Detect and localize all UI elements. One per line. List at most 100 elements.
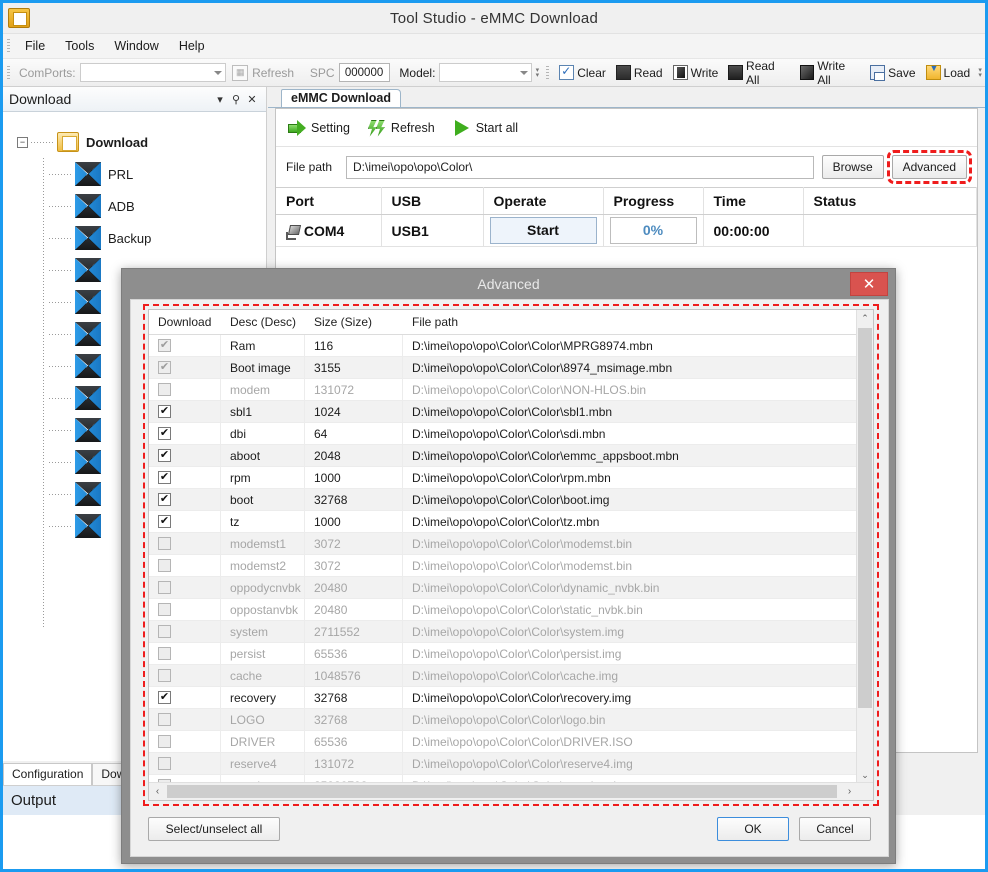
cancel-button[interactable]: Cancel — [799, 817, 871, 841]
pin-icon[interactable]: ⚲ — [228, 91, 244, 107]
vertical-scrollbar[interactable]: ⌃ ⌄ — [856, 310, 873, 784]
toolbar-overflow-1[interactable]: ▾ ▾ — [532, 67, 542, 79]
checkbox-unchecked[interactable] — [158, 559, 171, 572]
table-row[interactable]: ✔ recovery 32768 D:\imei\opo\opo\Color\Colo… — [149, 687, 873, 709]
table-row[interactable]: DRIVER 65536 D:\imei\opo\opo\Color\Color\D… — [149, 731, 873, 753]
toolbar-grip-2[interactable] — [546, 65, 550, 80]
table-row[interactable]: ✔ dbi 64 D:\imei\opo\opo\Color\Color\sdi.mb… — [149, 423, 873, 445]
comports-combobox[interactable] — [79, 63, 227, 82]
save-button[interactable]: Save — [865, 63, 920, 82]
tab-emmc-download[interactable]: eMMC Download — [281, 89, 401, 108]
checkbox-unchecked[interactable] — [158, 735, 171, 748]
horizontal-scrollbar[interactable]: ‹ › — [149, 782, 873, 800]
start-all-button[interactable]: Start all — [453, 119, 518, 136]
table-row[interactable]: ✔ sbl1 1024 D:\imei\opo\opo\Color\Color\sbl… — [149, 401, 873, 423]
advanced-dialog: Advanced ✕ Download Desc (Desc) Size (Si… — [121, 268, 896, 864]
column-header-progress[interactable]: Progress — [603, 187, 704, 215]
chevron-down-icon[interactable]: ▾ — [212, 91, 228, 107]
file-path-input[interactable]: D:\imei\opo\opo\Color\ — [346, 155, 814, 179]
table-row[interactable]: ✔ rpm 1000 D:\imei\opo\opo\Color\Color\rpm.… — [149, 467, 873, 489]
table-row[interactable]: cache 1048576 D:\imei\opo\opo\Color\Color\… — [149, 665, 873, 687]
write-all-button[interactable]: Write All — [795, 57, 865, 89]
table-row[interactable]: reserve4 131072 D:\imei\opo\opo\Color\Colo… — [149, 753, 873, 775]
table-row[interactable]: modemst2 3072 D:\imei\opo\opo\Color\Color\… — [149, 555, 873, 577]
checkbox-checked[interactable]: ✔ — [158, 361, 171, 374]
write-button[interactable]: Write — [668, 63, 724, 82]
table-row[interactable]: modemst1 3072 D:\imei\opo\opo\Color\Color\… — [149, 533, 873, 555]
table-row[interactable]: COM4 USB1 Start 0% 00:00:00 — [276, 214, 977, 247]
menu-grip[interactable] — [7, 39, 10, 53]
table-row[interactable]: ✔ aboot 2048 D:\imei\opo\opo\Color\Color\em… — [149, 445, 873, 467]
table-row[interactable]: ✔ Boot image 3155 D:\imei\opo\opo\Color\Col… — [149, 357, 873, 379]
checkbox-checked[interactable]: ✔ — [158, 339, 171, 352]
read-all-button[interactable]: Read All — [723, 57, 794, 89]
scroll-left-icon[interactable]: ‹ — [149, 783, 166, 800]
column-header-usb[interactable]: USB — [381, 187, 484, 215]
scroll-up-icon[interactable]: ⌃ — [857, 310, 873, 327]
column-header-size[interactable]: Size (Size) — [305, 315, 403, 329]
table-row[interactable]: ✔ tz 1000 D:\imei\opo\opo\Color\Color\tz.mb… — [149, 511, 873, 533]
checkbox-unchecked[interactable] — [158, 625, 171, 638]
column-header-download[interactable]: Download — [149, 315, 221, 329]
panel-refresh-button[interactable]: Refresh — [368, 120, 435, 136]
checkbox-checked[interactable]: ✔ — [158, 427, 171, 440]
vertical-scroll-thumb[interactable] — [858, 328, 872, 708]
table-row[interactable]: system 2711552 D:\imei\opo\opo\Color\Color… — [149, 621, 873, 643]
checkbox-checked[interactable]: ✔ — [158, 515, 171, 528]
table-row[interactable]: LOGO 32768 D:\imei\opo\opo\Color\Color\log… — [149, 709, 873, 731]
checkbox-checked[interactable]: ✔ — [158, 449, 171, 462]
column-header-status[interactable]: Status — [803, 187, 977, 215]
checkbox-unchecked[interactable] — [158, 603, 171, 616]
menu-item-file[interactable]: File — [15, 36, 55, 56]
checkbox-checked[interactable]: ✔ — [158, 471, 171, 484]
collapse-icon[interactable]: − — [17, 136, 28, 148]
checkbox-unchecked[interactable] — [158, 669, 171, 682]
table-row[interactable]: ✔ boot 32768 D:\imei\opo\opo\Color\Color\bo… — [149, 489, 873, 511]
table-row[interactable]: ✔ Ram 116 D:\imei\opo\opo\Color\Color\MPRG8… — [149, 335, 873, 357]
checkbox-unchecked[interactable] — [158, 713, 171, 726]
menu-item-window[interactable]: Window — [104, 36, 168, 56]
advanced-button[interactable]: Advanced — [886, 150, 973, 184]
tree-node-root[interactable]: − Download — [3, 126, 266, 158]
select-unselect-all-button[interactable]: Select/unselect all — [148, 817, 280, 841]
close-icon[interactable]: ✕ — [244, 91, 260, 107]
checkbox-unchecked[interactable] — [158, 383, 171, 396]
column-header-port[interactable]: Port — [276, 187, 382, 215]
checkbox-checked[interactable]: ✔ — [158, 493, 171, 506]
checkbox-unchecked[interactable] — [158, 647, 171, 660]
menu-item-tools[interactable]: Tools — [55, 36, 104, 56]
checkbox-unchecked[interactable] — [158, 757, 171, 770]
clear-button[interactable]: Clear — [554, 63, 611, 82]
table-row[interactable]: oppodycnvbk 20480 D:\imei\opo\opo\Color\Co… — [149, 577, 873, 599]
checkbox-unchecked[interactable] — [158, 537, 171, 550]
checkbox-unchecked[interactable] — [158, 581, 171, 594]
spc-input[interactable]: 000000 — [338, 63, 390, 82]
scroll-right-icon[interactable]: › — [841, 783, 858, 800]
refresh-ports-icon[interactable]: ▦ — [232, 64, 249, 81]
horizontal-scroll-thumb[interactable] — [167, 785, 837, 798]
column-header-operate[interactable]: Operate — [483, 187, 604, 215]
read-button[interactable]: Read — [611, 63, 668, 82]
refresh-label[interactable]: Refresh — [248, 66, 298, 80]
load-label: Load — [943, 65, 971, 80]
ok-button[interactable]: OK — [717, 817, 789, 841]
setting-button[interactable]: Setting — [288, 119, 350, 136]
table-row[interactable]: modem 131072 D:\imei\opo\opo\Color\Color\N… — [149, 379, 873, 401]
model-combobox[interactable] — [439, 63, 533, 82]
load-button[interactable]: Load — [921, 63, 976, 82]
table-row[interactable]: oppostanvbk 20480 D:\imei\opo\opo\Color\Co… — [149, 599, 873, 621]
toolbar-grip-1[interactable] — [7, 65, 10, 80]
column-header-desc[interactable]: Desc (Desc) — [221, 315, 305, 329]
panel-toolbar: Setting Refresh Start all — [276, 109, 977, 147]
toolbar-overflow-2[interactable]: ▾ ▾ — [975, 67, 985, 79]
checkbox-checked[interactable]: ✔ — [158, 405, 171, 418]
start-button[interactable]: Start — [489, 217, 597, 244]
browse-button[interactable]: Browse — [821, 155, 884, 179]
column-header-file-path[interactable]: File path — [403, 315, 873, 329]
menu-item-help[interactable]: Help — [169, 36, 215, 56]
checkbox-checked[interactable]: ✔ — [158, 691, 171, 704]
table-row[interactable]: persist 65536 D:\imei\opo\opo\Color\Color\… — [149, 643, 873, 665]
tab-configuration[interactable]: Configuration — [3, 763, 93, 785]
close-icon[interactable]: ✕ — [850, 272, 888, 296]
column-header-time[interactable]: Time — [703, 187, 804, 215]
